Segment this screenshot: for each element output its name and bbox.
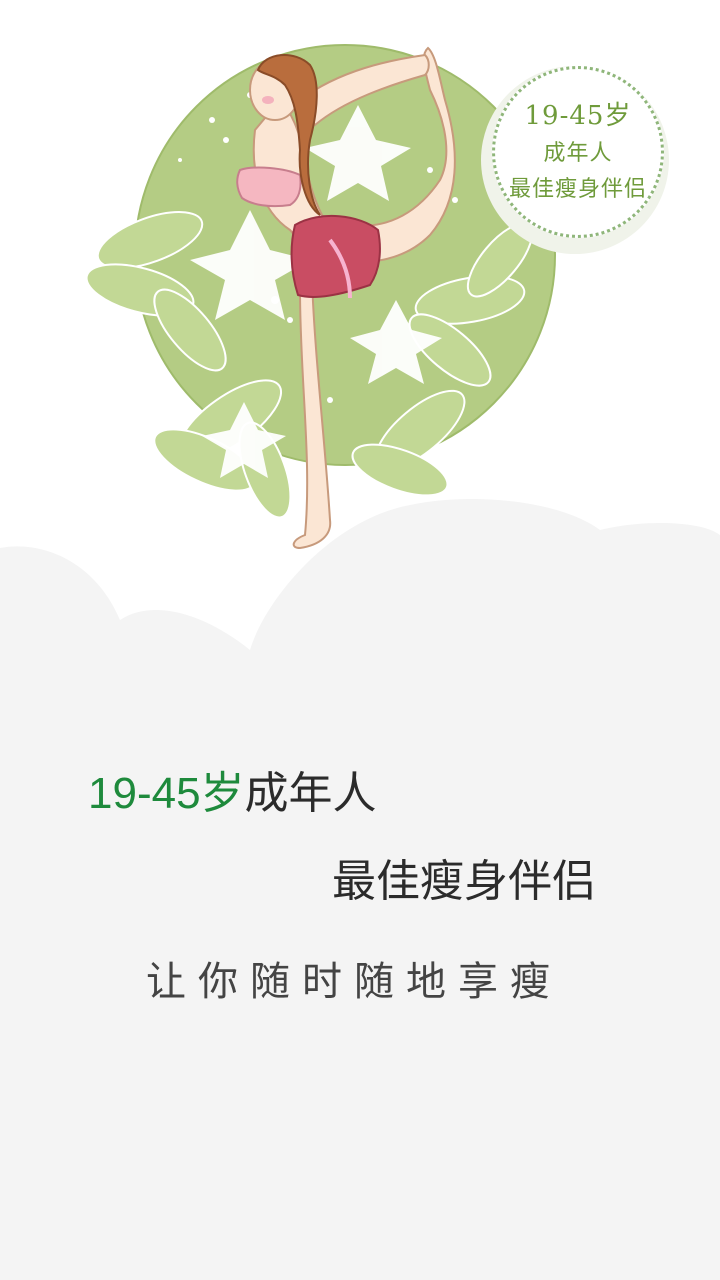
- splash-screen: 19-45岁 成年人 最佳瘦身伴侣 19-45岁成年人 最佳瘦身伴侣 让你随时随…: [0, 0, 720, 1280]
- headline-adult: 成年人: [244, 769, 377, 818]
- badge-age-text: 19-45岁: [524, 101, 632, 131]
- badge-companion-text: 最佳瘦身伴侣: [508, 177, 647, 202]
- subheadline: 最佳瘦身伴侣: [332, 857, 596, 906]
- age-badge: 19-45岁 成年人 最佳瘦身伴侣: [492, 66, 664, 238]
- headline: 19-45岁成年人: [88, 764, 377, 824]
- badge-adult-text: 成年人: [543, 141, 613, 166]
- tagline: 让你随时随地享瘦: [146, 959, 562, 1005]
- headline-age: 19-45岁: [88, 769, 245, 818]
